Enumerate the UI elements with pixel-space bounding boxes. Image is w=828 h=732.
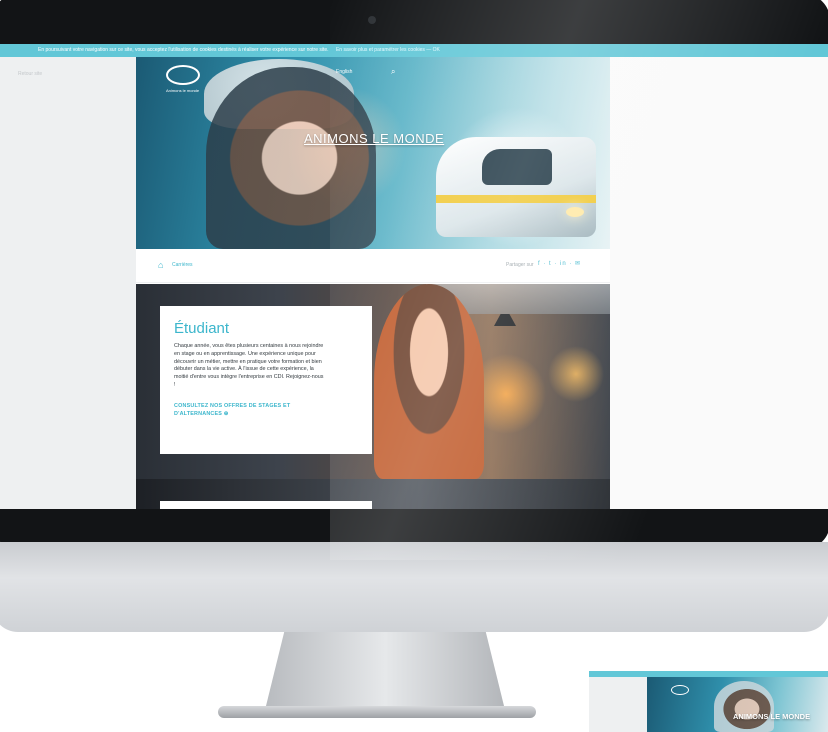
camera-icon [368, 16, 376, 24]
monitor-chin [0, 542, 828, 632]
breadcrumb-current[interactable]: Carrières [172, 262, 193, 268]
offers-link[interactable]: CONSULTEZ NOS OFFRES DE STAGES ET D'ALTE… [174, 402, 324, 418]
student-feature: Étudiant Chaque année, vous êtes plusieu… [136, 284, 610, 479]
social-share-icons[interactable]: f · t · in · ✉ [538, 260, 581, 267]
breadcrumb-share-bar: ⌂ Carrières Partager sur f · t · in · ✉ [136, 249, 610, 283]
thumbnail-logo [671, 685, 689, 695]
ceiling-lamp [494, 314, 516, 326]
share-label: Partager sur [506, 262, 534, 268]
cookie-text: En poursuivant votre navigation sur ce s… [38, 47, 329, 53]
card-body: Chaque année, vous êtes plusieurs centai… [174, 343, 324, 389]
monitor-stand-base [218, 706, 536, 718]
train-windshield [482, 149, 552, 185]
hero-banner: Animons le monde English ⌕ ANIMONS LE MO… [136, 57, 610, 249]
cookie-settings-link[interactable]: En savoir plus et paramétrer les cookies… [336, 47, 440, 53]
home-icon[interactable]: ⌂ [158, 260, 163, 270]
thumbnail-title: ANIMONS LE MONDE [733, 712, 811, 721]
student-card: Étudiant Chaque année, vous êtes plusieu… [160, 306, 372, 454]
thumbnail-sidebar [589, 677, 647, 732]
train-stripe [436, 195, 596, 203]
train-headlight [566, 207, 584, 217]
cookie-banner: En poursuivant votre navigation sur ce s… [0, 44, 828, 57]
desktop-mockup: En poursuivant votre navigation sur ce s… [0, 0, 828, 732]
brand-logo[interactable] [166, 65, 200, 85]
hero-title[interactable]: ANIMONS LE MONDE [304, 131, 444, 146]
hero-woman-photo [206, 67, 376, 249]
next-card-top [160, 501, 372, 509]
language-switch[interactable]: English [336, 69, 352, 75]
page-thumbnail: ANIMONS LE MONDE [589, 671, 828, 732]
monitor-screen: En poursuivant votre navigation sur ce s… [0, 44, 828, 509]
thumbnail-woman-photo [714, 681, 774, 732]
card-title: Étudiant [174, 320, 230, 337]
logo-tagline: Animons le monde [166, 88, 200, 93]
next-section-preview [136, 479, 610, 509]
back-link[interactable]: Retour site [18, 71, 42, 77]
monitor-stand-neck [265, 632, 505, 710]
search-icon[interactable]: ⌕ [391, 67, 395, 77]
right-margin [610, 57, 828, 509]
web-page: Animons le monde English ⌕ ANIMONS LE MO… [136, 57, 610, 509]
left-sidebar: Retour site [0, 57, 136, 509]
student-photo [374, 284, 484, 479]
